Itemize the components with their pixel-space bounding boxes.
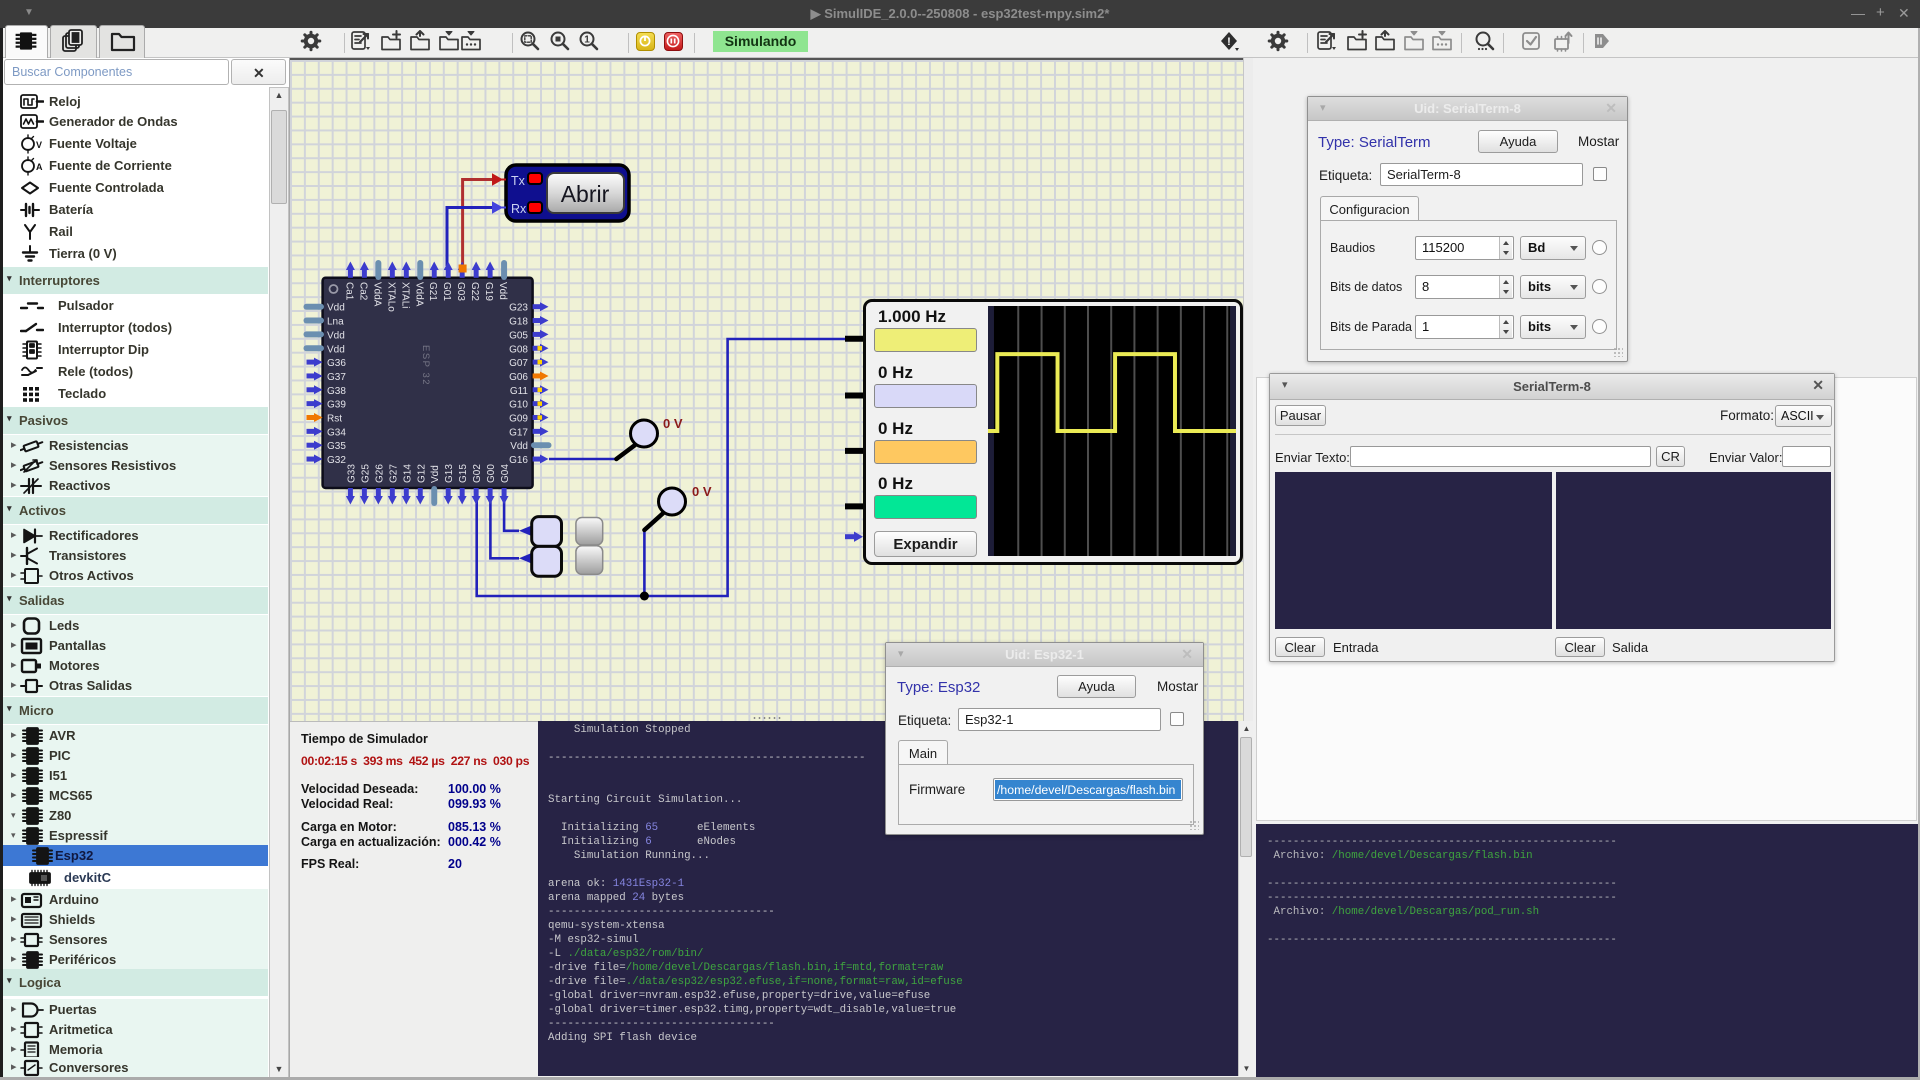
svg-text:G02: G02 [472, 464, 483, 483]
svg-text:G27: G27 [388, 464, 399, 483]
svg-text:1: 1 [584, 35, 590, 46]
svg-text:Ca1: Ca1 [343, 282, 354, 301]
svg-text:G05: G05 [509, 330, 528, 341]
svg-text:G13: G13 [444, 464, 455, 483]
svg-text:G14: G14 [402, 464, 413, 483]
svg-text:G01: G01 [441, 282, 452, 301]
svg-text:G16: G16 [509, 455, 528, 466]
svg-text:G34: G34 [327, 427, 346, 438]
svg-text:G39: G39 [327, 400, 346, 411]
svg-text:G12: G12 [416, 464, 427, 483]
svg-text:VddA: VddA [371, 282, 382, 307]
svg-text:G25: G25 [360, 464, 371, 483]
svg-text:V: V [36, 140, 42, 150]
svg-text:G22: G22 [469, 282, 480, 301]
svg-text:G00: G00 [486, 464, 497, 483]
svg-text:VddA: VddA [413, 282, 424, 307]
svg-text:G21: G21 [427, 282, 438, 301]
svg-text:0 V: 0 V [692, 484, 712, 499]
svg-text:Rst: Rst [327, 414, 342, 425]
svg-text:G26: G26 [374, 464, 385, 483]
svg-text:G36: G36 [327, 358, 346, 369]
svg-text:A: A [36, 162, 43, 172]
svg-text:G04: G04 [500, 464, 511, 483]
svg-text:G38: G38 [327, 386, 346, 397]
svg-text:Vdd: Vdd [327, 330, 345, 341]
svg-text:G19: G19 [483, 282, 494, 301]
svg-text:!: ! [1227, 36, 1231, 48]
svg-text:G06: G06 [509, 372, 528, 383]
svg-text:G03: G03 [455, 282, 466, 301]
svg-text:Vdd: Vdd [327, 344, 345, 355]
svg-text:Vdd: Vdd [327, 303, 345, 314]
svg-text:G08: G08 [509, 344, 528, 355]
svg-text:Lna: Lna [327, 317, 344, 328]
svg-text:Rx: Rx [511, 202, 527, 216]
svg-text:0 V: 0 V [663, 416, 683, 431]
svg-text:Vdd: Vdd [510, 441, 528, 452]
svg-text:Ca2: Ca2 [357, 282, 368, 301]
svg-text:G10: G10 [509, 400, 528, 411]
svg-text:XTALo: XTALo [385, 282, 396, 312]
svg-text:G17: G17 [509, 427, 528, 438]
svg-text:Tx: Tx [511, 174, 526, 188]
svg-text:G35: G35 [327, 441, 346, 452]
svg-text:G07: G07 [509, 358, 528, 369]
svg-text:G15: G15 [458, 464, 469, 483]
svg-text:G37: G37 [327, 372, 346, 383]
svg-text:G33: G33 [346, 464, 357, 483]
svg-text:G32: G32 [327, 455, 346, 466]
svg-text:G11: G11 [510, 386, 529, 397]
svg-text:Abrir: Abrir [561, 181, 610, 207]
svg-text:Vdd: Vdd [430, 465, 441, 483]
svg-text:G18: G18 [509, 317, 528, 328]
svg-text:Vdd: Vdd [497, 282, 508, 300]
svg-text:G23: G23 [509, 303, 528, 314]
svg-text:XTALi: XTALi [399, 282, 410, 309]
svg-text:G09: G09 [509, 414, 528, 425]
svg-text:ESP 32: ESP 32 [420, 345, 431, 386]
